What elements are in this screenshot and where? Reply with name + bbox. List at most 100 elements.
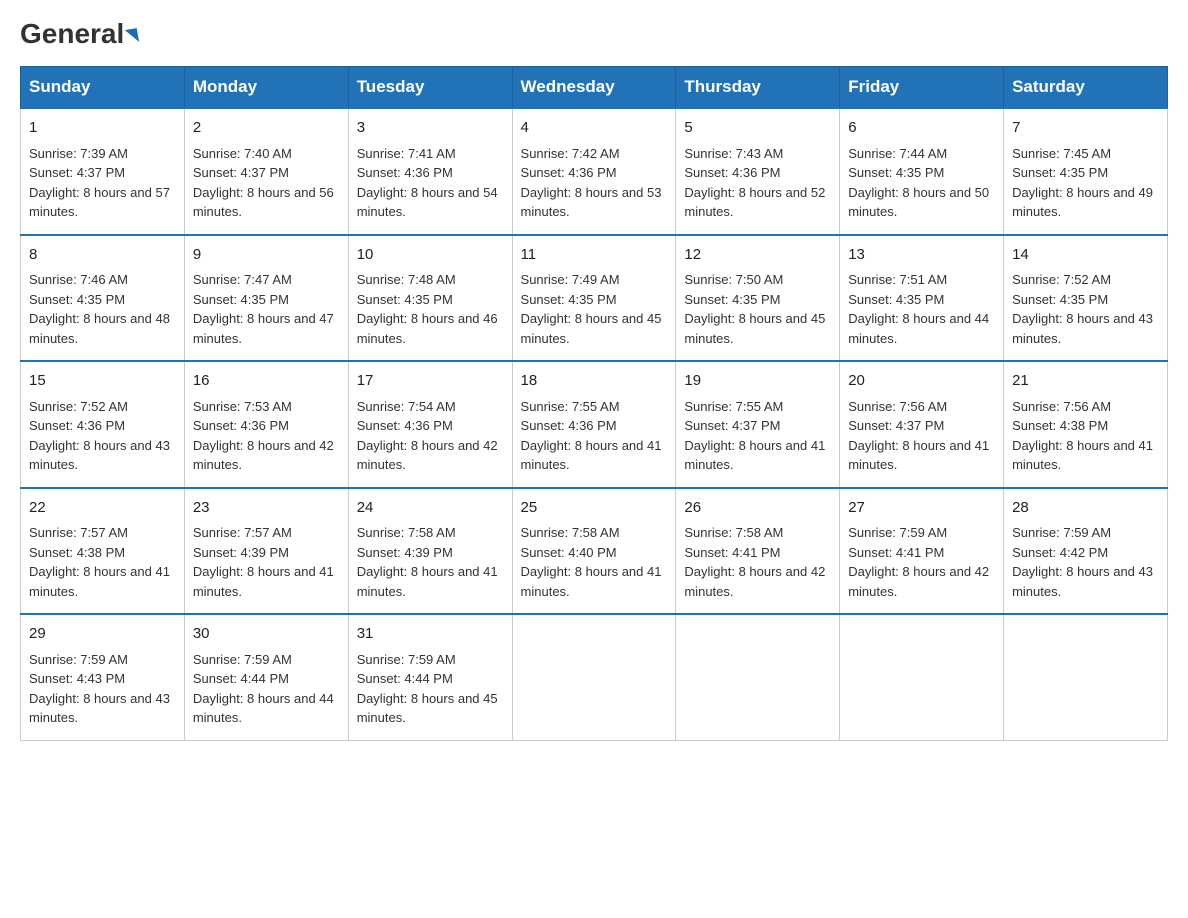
day-number: 31 (357, 623, 504, 646)
sunrise-label: Sunrise: 7:39 AM (29, 146, 128, 161)
sunset-label: Sunset: 4:35 PM (1012, 165, 1108, 180)
day-number: 4 (521, 117, 668, 140)
calendar-cell: 4 Sunrise: 7:42 AM Sunset: 4:36 PM Dayli… (512, 108, 676, 235)
sunrise-label: Sunrise: 7:52 AM (1012, 272, 1111, 287)
daylight-label: Daylight: 8 hours and 52 minutes. (684, 185, 825, 220)
sunrise-label: Sunrise: 7:57 AM (29, 525, 128, 540)
day-number: 13 (848, 244, 995, 267)
daylight-label: Daylight: 8 hours and 43 minutes. (29, 691, 170, 726)
day-number: 8 (29, 244, 176, 267)
daylight-label: Daylight: 8 hours and 45 minutes. (521, 311, 662, 346)
day-number: 18 (521, 370, 668, 393)
calendar-cell: 8 Sunrise: 7:46 AM Sunset: 4:35 PM Dayli… (21, 235, 185, 362)
sunrise-label: Sunrise: 7:55 AM (684, 399, 783, 414)
sunrise-label: Sunrise: 7:55 AM (521, 399, 620, 414)
day-number: 12 (684, 244, 831, 267)
calendar-cell: 12 Sunrise: 7:50 AM Sunset: 4:35 PM Dayl… (676, 235, 840, 362)
day-number: 20 (848, 370, 995, 393)
day-number: 24 (357, 497, 504, 520)
sunset-label: Sunset: 4:36 PM (29, 418, 125, 433)
calendar-cell: 30 Sunrise: 7:59 AM Sunset: 4:44 PM Dayl… (184, 614, 348, 740)
sunset-label: Sunset: 4:38 PM (29, 545, 125, 560)
sunset-label: Sunset: 4:35 PM (29, 292, 125, 307)
day-number: 16 (193, 370, 340, 393)
sunset-label: Sunset: 4:37 PM (848, 418, 944, 433)
sunrise-label: Sunrise: 7:56 AM (1012, 399, 1111, 414)
calendar-cell: 24 Sunrise: 7:58 AM Sunset: 4:39 PM Dayl… (348, 488, 512, 615)
sunset-label: Sunset: 4:35 PM (848, 292, 944, 307)
sunset-label: Sunset: 4:35 PM (848, 165, 944, 180)
daylight-label: Daylight: 8 hours and 56 minutes. (193, 185, 334, 220)
header-wednesday: Wednesday (512, 67, 676, 109)
calendar-cell: 11 Sunrise: 7:49 AM Sunset: 4:35 PM Dayl… (512, 235, 676, 362)
sunset-label: Sunset: 4:44 PM (193, 671, 289, 686)
sunset-label: Sunset: 4:42 PM (1012, 545, 1108, 560)
sunrise-label: Sunrise: 7:58 AM (684, 525, 783, 540)
sunrise-label: Sunrise: 7:52 AM (29, 399, 128, 414)
sunset-label: Sunset: 4:36 PM (684, 165, 780, 180)
header-saturday: Saturday (1004, 67, 1168, 109)
daylight-label: Daylight: 8 hours and 49 minutes. (1012, 185, 1153, 220)
logo-text-line1: General (20, 20, 138, 48)
calendar-cell: 3 Sunrise: 7:41 AM Sunset: 4:36 PM Dayli… (348, 108, 512, 235)
sunset-label: Sunset: 4:44 PM (357, 671, 453, 686)
sunrise-label: Sunrise: 7:47 AM (193, 272, 292, 287)
daylight-label: Daylight: 8 hours and 43 minutes. (1012, 311, 1153, 346)
daylight-label: Daylight: 8 hours and 41 minutes. (521, 564, 662, 599)
day-number: 15 (29, 370, 176, 393)
sunset-label: Sunset: 4:36 PM (357, 418, 453, 433)
day-number: 10 (357, 244, 504, 267)
sunset-label: Sunset: 4:37 PM (29, 165, 125, 180)
calendar-cell: 18 Sunrise: 7:55 AM Sunset: 4:36 PM Dayl… (512, 361, 676, 488)
sunrise-label: Sunrise: 7:49 AM (521, 272, 620, 287)
daylight-label: Daylight: 8 hours and 45 minutes. (357, 691, 498, 726)
calendar-cell (840, 614, 1004, 740)
sunset-label: Sunset: 4:37 PM (193, 165, 289, 180)
sunrise-label: Sunrise: 7:40 AM (193, 146, 292, 161)
calendar-cell: 29 Sunrise: 7:59 AM Sunset: 4:43 PM Dayl… (21, 614, 185, 740)
daylight-label: Daylight: 8 hours and 43 minutes. (29, 438, 170, 473)
sunset-label: Sunset: 4:36 PM (357, 165, 453, 180)
sunset-label: Sunset: 4:39 PM (193, 545, 289, 560)
daylight-label: Daylight: 8 hours and 41 minutes. (684, 438, 825, 473)
sunset-label: Sunset: 4:43 PM (29, 671, 125, 686)
daylight-label: Daylight: 8 hours and 41 minutes. (848, 438, 989, 473)
calendar-cell: 28 Sunrise: 7:59 AM Sunset: 4:42 PM Dayl… (1004, 488, 1168, 615)
calendar-cell: 5 Sunrise: 7:43 AM Sunset: 4:36 PM Dayli… (676, 108, 840, 235)
daylight-label: Daylight: 8 hours and 43 minutes. (1012, 564, 1153, 599)
daylight-label: Daylight: 8 hours and 54 minutes. (357, 185, 498, 220)
day-number: 22 (29, 497, 176, 520)
daylight-label: Daylight: 8 hours and 45 minutes. (684, 311, 825, 346)
calendar-cell: 15 Sunrise: 7:52 AM Sunset: 4:36 PM Dayl… (21, 361, 185, 488)
calendar-week-2: 8 Sunrise: 7:46 AM Sunset: 4:35 PM Dayli… (21, 235, 1168, 362)
sunset-label: Sunset: 4:35 PM (521, 292, 617, 307)
calendar-week-3: 15 Sunrise: 7:52 AM Sunset: 4:36 PM Dayl… (21, 361, 1168, 488)
daylight-label: Daylight: 8 hours and 50 minutes. (848, 185, 989, 220)
daylight-label: Daylight: 8 hours and 57 minutes. (29, 185, 170, 220)
day-number: 9 (193, 244, 340, 267)
sunset-label: Sunset: 4:37 PM (684, 418, 780, 433)
day-number: 2 (193, 117, 340, 140)
daylight-label: Daylight: 8 hours and 41 minutes. (29, 564, 170, 599)
sunrise-label: Sunrise: 7:51 AM (848, 272, 947, 287)
day-number: 3 (357, 117, 504, 140)
calendar-cell: 6 Sunrise: 7:44 AM Sunset: 4:35 PM Dayli… (840, 108, 1004, 235)
daylight-label: Daylight: 8 hours and 41 minutes. (521, 438, 662, 473)
day-number: 1 (29, 117, 176, 140)
calendar-header-row: SundayMondayTuesdayWednesdayThursdayFrid… (21, 67, 1168, 109)
sunrise-label: Sunrise: 7:46 AM (29, 272, 128, 287)
day-number: 25 (521, 497, 668, 520)
calendar-cell: 22 Sunrise: 7:57 AM Sunset: 4:38 PM Dayl… (21, 488, 185, 615)
day-number: 17 (357, 370, 504, 393)
sunrise-label: Sunrise: 7:59 AM (357, 652, 456, 667)
calendar-cell (1004, 614, 1168, 740)
calendar-cell: 17 Sunrise: 7:54 AM Sunset: 4:36 PM Dayl… (348, 361, 512, 488)
sunset-label: Sunset: 4:36 PM (521, 165, 617, 180)
sunrise-label: Sunrise: 7:43 AM (684, 146, 783, 161)
sunrise-label: Sunrise: 7:53 AM (193, 399, 292, 414)
calendar-cell: 31 Sunrise: 7:59 AM Sunset: 4:44 PM Dayl… (348, 614, 512, 740)
daylight-label: Daylight: 8 hours and 42 minutes. (848, 564, 989, 599)
header-thursday: Thursday (676, 67, 840, 109)
calendar-cell: 14 Sunrise: 7:52 AM Sunset: 4:35 PM Dayl… (1004, 235, 1168, 362)
calendar-week-4: 22 Sunrise: 7:57 AM Sunset: 4:38 PM Dayl… (21, 488, 1168, 615)
